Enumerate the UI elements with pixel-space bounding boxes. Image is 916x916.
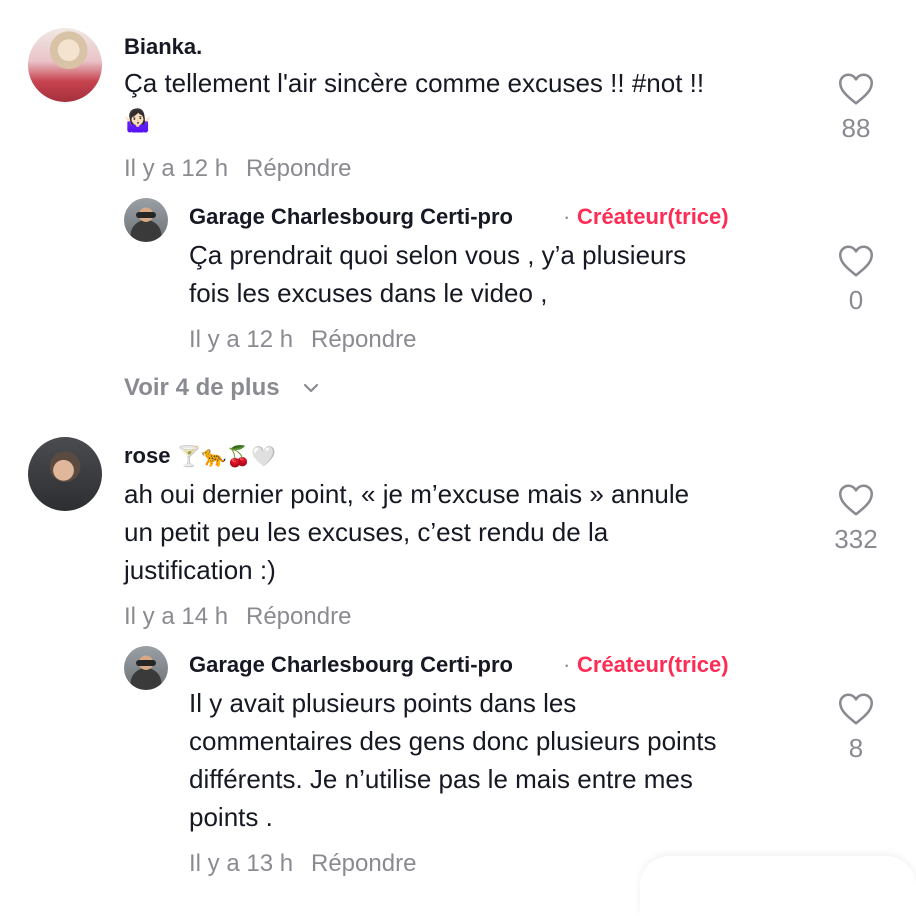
bottom-sheet-edge [640, 856, 916, 916]
comment-time: Il y a 12 h [124, 155, 229, 182]
username-emoji: 🍸🐆🍒🤍 [176, 446, 277, 468]
view-more-replies[interactable]: Voir 4 de plus [124, 374, 280, 402]
reply-username[interactable]: Garage Charlesbourg Certi-pro [189, 652, 513, 678]
creator-badge: Créateur(trice) [577, 652, 729, 677]
comment-text-line: Ça tellement l'air sincère comme excuses… [124, 68, 705, 98]
comment-time: Il y a 12 h [189, 326, 294, 353]
heart-outline-icon[interactable] [838, 692, 874, 726]
chevron-down-icon[interactable] [302, 382, 320, 394]
separator-dot: · [563, 652, 571, 677]
reply-button[interactable]: Répondre [311, 326, 416, 354]
reply-button[interactable]: Répondre [246, 603, 351, 631]
avatar[interactable] [28, 28, 102, 102]
comment-text-line: commentaires des gens donc plusieurs poi… [189, 726, 717, 756]
comment-text-line: fois les excuses dans le video , [189, 278, 548, 308]
comment-text-line: ah oui dernier point, « je m’excuse mais… [124, 479, 690, 509]
comment-text-line: un petit peu les excuses, c’est rendu de… [124, 517, 609, 547]
username-text: rose [124, 443, 171, 468]
separator-dot: · [563, 204, 571, 229]
avatar[interactable] [124, 198, 168, 242]
comment-text-line: différents. Je n’utilise pas le mais ent… [189, 764, 693, 794]
comment-username[interactable]: rose 🍸🐆🍒🤍 [124, 443, 276, 469]
avatar[interactable] [28, 437, 102, 511]
comment-text-line: justification :) [124, 555, 276, 585]
comment-time: Il y a 13 h [189, 850, 294, 877]
reply-button[interactable]: Répondre [246, 155, 351, 183]
comment-text: Ça tellement l'air sincère comme excuses… [124, 64, 704, 140]
comment-username[interactable]: Bianka. [124, 34, 202, 60]
comment-time: Il y a 14 h [124, 603, 229, 630]
heart-outline-icon[interactable] [838, 72, 874, 106]
reply-username[interactable]: Garage Charlesbourg Certi-pro [189, 204, 513, 230]
like-count: 8 [848, 733, 864, 763]
like-count: 0 [848, 285, 864, 315]
reply-text: Ça prendrait quoi selon vous , y’a plusi… [189, 236, 686, 312]
creator-badge: Créateur(trice) [577, 204, 729, 229]
comment-text-line: 🤷🏻‍♀️ [124, 108, 152, 133]
comment-text: ah oui dernier point, « je m’excuse mais… [124, 475, 689, 589]
like-count: 88 [841, 113, 871, 143]
reply-button[interactable]: Répondre [311, 850, 416, 878]
avatar[interactable] [124, 646, 168, 690]
comment-text-line: points . [189, 802, 273, 832]
comment-text-line: Il y avait plusieurs points dans les [189, 688, 577, 718]
heart-outline-icon[interactable] [838, 244, 874, 278]
reply-text: Il y avait plusieurs points dans les com… [189, 684, 717, 836]
comment-text-line: Ça prendrait quoi selon vous , y’a plusi… [189, 240, 687, 270]
heart-outline-icon[interactable] [838, 483, 874, 517]
like-count: 332 [834, 524, 878, 554]
